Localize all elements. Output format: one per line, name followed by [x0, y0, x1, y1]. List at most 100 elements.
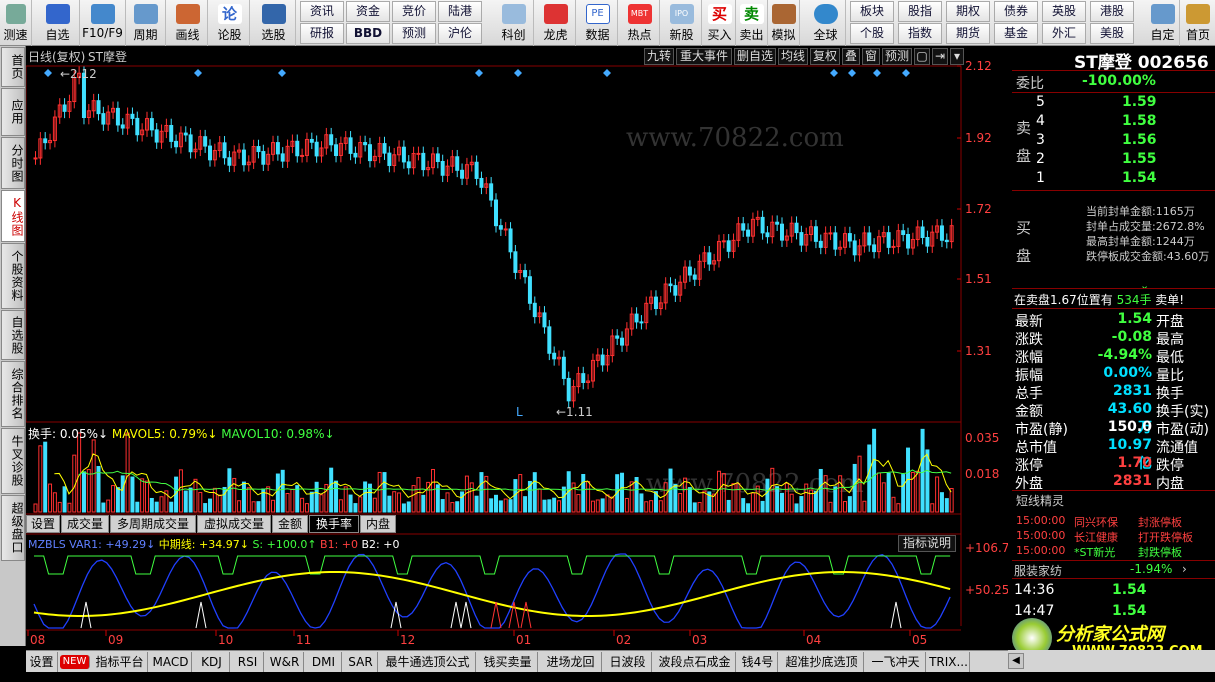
sidebar-item-home[interactable]: 首页	[1, 47, 25, 87]
simulate-button[interactable]: 模拟	[768, 0, 800, 46]
hotspot-button[interactable]: MBT 热点	[620, 0, 660, 46]
ipo-button[interactable]: IPO 新股	[662, 0, 702, 46]
short-event: 封涨停板	[1138, 516, 1182, 529]
event-diamond-icon[interactable]	[475, 69, 483, 77]
indicator-bar-item[interactable]: 超准抄底选顶	[780, 652, 864, 672]
period-button[interactable]: 周期	[126, 0, 166, 46]
event-diamond-icon[interactable]	[44, 69, 52, 77]
month-label: 11	[296, 633, 311, 646]
indicator-bar-item[interactable]: 指标平台	[92, 652, 148, 672]
options-button[interactable]: 期权	[946, 1, 990, 22]
indicator-bar-item[interactable]: 最牛通选顶公式	[380, 652, 476, 672]
tab-turnover[interactable]: 换手率	[309, 515, 359, 533]
bbd-button[interactable]: BBD	[346, 23, 390, 44]
tab-inner-volume[interactable]: 内盘	[360, 515, 396, 533]
tab-volume[interactable]: 成交量	[61, 515, 109, 533]
sidebar-item-watchlist[interactable]: 自选股	[1, 310, 25, 360]
sector-arrow-icon[interactable]: ›	[1182, 562, 1187, 576]
volume-bar	[833, 486, 838, 513]
tab-multi-period-volume[interactable]: 多周期成交量	[110, 515, 196, 533]
sector-button[interactable]: 板块	[850, 1, 894, 22]
customize-button[interactable]: 自定	[1146, 0, 1180, 46]
indicator-bar-item[interactable]: SAR	[344, 652, 378, 672]
speed-test-button[interactable]: 测速	[0, 0, 32, 46]
tab-settings[interactable]: 设置	[26, 515, 60, 533]
global-button[interactable]: 全球	[806, 0, 846, 46]
indicator-bar-item[interactable]: TRIX...	[928, 652, 970, 672]
data-button[interactable]: PE 数据	[578, 0, 618, 46]
bonds-button[interactable]: 债券	[994, 1, 1038, 22]
event-diamond-icon[interactable]	[194, 69, 202, 77]
indicator-bar-item[interactable]: MACD	[150, 652, 192, 672]
volume-bar	[896, 503, 901, 513]
indicator-bar-item[interactable]: NEW	[60, 655, 90, 669]
indicator-bar-item[interactable]: KDJ	[194, 652, 230, 672]
index-button[interactable]: 指数	[898, 23, 942, 44]
volume-bar	[542, 499, 547, 513]
indicator-bar-item[interactable]: W&R	[266, 652, 304, 672]
indicator-bar-item[interactable]: 一飞冲天	[866, 652, 926, 672]
volume-bar	[508, 499, 513, 513]
sell-button[interactable]: 卖卖出	[736, 0, 768, 46]
kline-chart-area[interactable]: 日线(复权) ST摩登 九转 重大事件 删自选 均线 复权 叠 窗 预测 ▢ ⇥…	[26, 46, 1008, 646]
indicator-bar-item[interactable]: 设置	[26, 652, 58, 672]
event-diamond-icon[interactable]	[603, 69, 611, 77]
event-diamond-icon[interactable]	[902, 69, 910, 77]
hk-connect-button[interactable]: 陆港	[438, 1, 482, 22]
sidebar-item-super-panel[interactable]: 超级盘口	[1, 495, 25, 561]
uk-stocks-button[interactable]: 英股	[1042, 1, 1086, 22]
volume-bar	[86, 469, 91, 513]
dragon-tiger-button[interactable]: 龙虎	[536, 0, 576, 46]
indicator-bar-item[interactable]: 钱买卖量	[478, 652, 538, 672]
short-stock[interactable]: 同兴环保	[1074, 514, 1118, 530]
tab-amount[interactable]: 金额	[272, 515, 308, 533]
sidebar-item-profile[interactable]: 个股资料	[1, 243, 25, 309]
futures-button[interactable]: 期货	[946, 23, 990, 44]
indicator-bar-item[interactable]: 日波段	[604, 652, 652, 672]
event-diamond-icon[interactable]	[830, 69, 838, 77]
forecast-button[interactable]: 预测	[392, 23, 436, 44]
event-diamond-icon[interactable]	[848, 69, 856, 77]
sidebar-item-kline[interactable]: K线图	[1, 190, 25, 242]
watchlist-button[interactable]: 自选	[36, 0, 80, 46]
event-diamond-icon[interactable]	[873, 69, 881, 77]
event-diamond-icon[interactable]	[514, 69, 522, 77]
indicator-bar-item[interactable]: DMI	[306, 652, 342, 672]
indicator-bar-item[interactable]: 钱4号	[738, 652, 778, 672]
us-stocks-button[interactable]: 美股	[1090, 23, 1134, 44]
sidebar-item-timeshare[interactable]: 分时图	[1, 137, 25, 189]
individual-stock-button[interactable]: 个股	[850, 23, 894, 44]
sidebar-item-ranking[interactable]: 综合排名	[1, 361, 25, 427]
indicator-bar-item[interactable]: 进场龙回	[540, 652, 602, 672]
indicator-help-button[interactable]: 指标说明	[898, 535, 956, 552]
hk-stocks-button[interactable]: 港股	[1090, 1, 1134, 22]
funds-button[interactable]: 基金	[994, 23, 1038, 44]
buy-button[interactable]: 买买入	[704, 0, 736, 46]
candle-body	[542, 312, 547, 328]
short-stock[interactable]: *ST新光	[1074, 544, 1115, 560]
sh-london-button[interactable]: 沪伦	[438, 23, 482, 44]
volume-bar	[421, 494, 426, 513]
candle-body	[867, 232, 872, 246]
order-status: 在卖盘1.67位置有 534手 卖单!	[1014, 293, 1185, 307]
research-button[interactable]: 研报	[300, 23, 344, 44]
news-button[interactable]: 资讯	[300, 1, 344, 22]
f10-button[interactable]: F10/F9	[80, 0, 126, 46]
indicator-bar-item[interactable]: 波段点石成金	[654, 652, 736, 672]
stock-picker-button[interactable]: 选股	[252, 0, 296, 46]
event-diamond-icon[interactable]	[278, 69, 286, 77]
capital-button[interactable]: 资金	[346, 1, 390, 22]
discuss-button[interactable]: 论论股	[210, 0, 250, 46]
sidebar-item-apps[interactable]: 应用	[1, 88, 25, 136]
indicator-bar-item[interactable]: RSI	[232, 652, 264, 672]
scroll-left-icon[interactable]: ◀	[1008, 653, 1024, 669]
home-button[interactable]: 首页	[1182, 0, 1214, 46]
tab-virtual-volume[interactable]: 虚拟成交量	[197, 515, 271, 533]
sidebar-item-diagnosis[interactable]: 牛叉诊股	[1, 428, 25, 494]
short-stock[interactable]: 长江健康	[1074, 529, 1118, 545]
forex-button[interactable]: 外汇	[1042, 23, 1086, 44]
stock-index-button[interactable]: 股指	[898, 1, 942, 22]
auction-button[interactable]: 竞价	[392, 1, 436, 22]
draw-line-button[interactable]: 画线	[168, 0, 208, 46]
star-market-button[interactable]: 科创	[494, 0, 534, 46]
